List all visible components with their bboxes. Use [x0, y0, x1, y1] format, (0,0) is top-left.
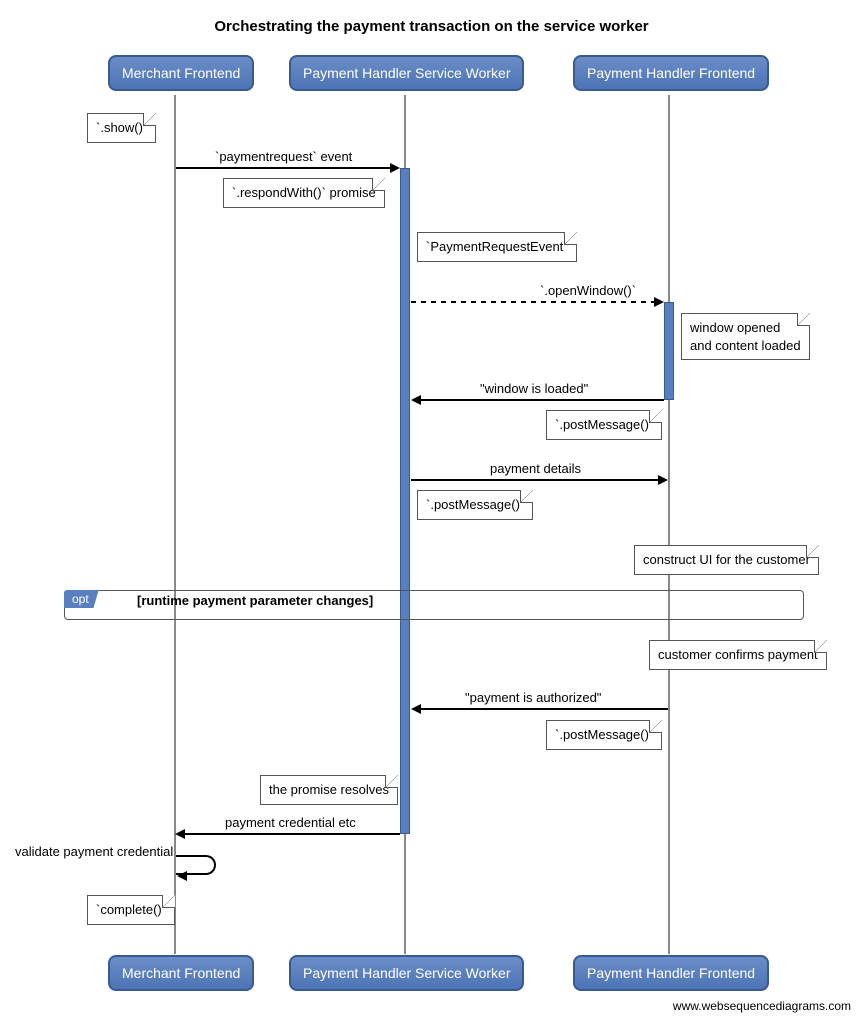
activation-service-worker — [400, 168, 410, 834]
note-postmessage-2: `.postMessage()` — [417, 490, 533, 520]
participant-handler-frontend-bottom: Payment Handler Frontend — [573, 955, 769, 991]
note-construct-ui: construct UI for the customer — [634, 545, 819, 575]
lifeline-handler-frontend — [668, 95, 670, 954]
diagram-title: Orchestrating the payment transaction on… — [0, 0, 863, 35]
msg-windowloaded: "window is loaded" — [480, 381, 588, 396]
arrow-paymentcredential — [184, 833, 400, 835]
msg-paymentauthorized: "payment is authorized" — [465, 690, 601, 705]
participant-handler-frontend-top: Payment Handler Frontend — [573, 55, 769, 91]
note-postmessage-3: `.postMessage()` — [546, 720, 662, 750]
arrowhead-openwindow — [654, 297, 664, 307]
arrowhead-windowloaded — [411, 395, 421, 405]
arrowhead-validate — [177, 871, 187, 881]
participant-merchant-bottom: Merchant Frontend — [108, 955, 254, 991]
msg-paymentdetails: payment details — [490, 461, 581, 476]
opt-condition: [runtime payment parameter changes] — [137, 593, 373, 608]
participant-merchant-top: Merchant Frontend — [108, 55, 254, 91]
participant-service-worker-bottom: Payment Handler Service Worker — [289, 955, 524, 991]
msg-validatepayment: validate payment credential — [15, 844, 173, 859]
arrowhead-paymentrequest — [390, 163, 400, 173]
arrow-openwindow — [411, 301, 658, 303]
attribution-text: www.websequencediagrams.com — [673, 999, 851, 1013]
arrow-paymentrequest — [176, 167, 394, 169]
arrow-paymentauthorized — [420, 708, 668, 710]
msg-paymentrequest: `paymentrequest` event — [215, 149, 352, 164]
note-show: `.show()` — [87, 113, 156, 143]
arrowhead-paymentdetails — [658, 475, 668, 485]
note-respondwith: `.respondWith()` promise — [223, 178, 385, 208]
msg-openwindow: `.openWindow()` — [540, 283, 636, 298]
lifeline-merchant — [174, 95, 176, 954]
arrow-windowloaded — [420, 399, 664, 401]
note-customer-confirms: customer confirms payment — [649, 640, 827, 670]
arrowhead-paymentcredential — [175, 829, 185, 839]
note-complete: `complete()` — [87, 895, 175, 925]
activation-handler-frontend — [664, 302, 674, 400]
note-postmessage-1: `.postMessage()` — [546, 410, 662, 440]
arrow-paymentdetails — [411, 479, 662, 481]
opt-frame: opt [runtime payment parameter changes] — [64, 590, 804, 620]
arrowhead-paymentauthorized — [411, 704, 421, 714]
participant-service-worker-top: Payment Handler Service Worker — [289, 55, 524, 91]
msg-paymentcredential: payment credential etc — [225, 815, 356, 830]
note-paymentrequestevent: `PaymentRequestEvent` — [417, 232, 577, 262]
opt-tag: opt — [64, 590, 99, 608]
note-windowopened: window opened and content loaded — [681, 313, 810, 360]
note-promise-resolves: the promise resolves — [260, 775, 398, 805]
